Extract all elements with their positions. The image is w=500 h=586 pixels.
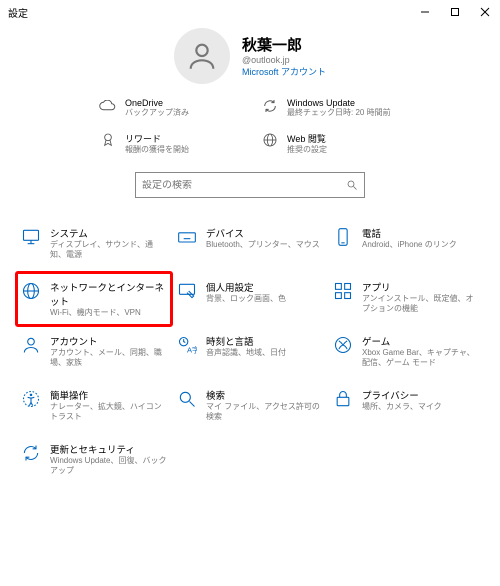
info-title: Windows Update xyxy=(287,98,391,108)
cat-apps[interactable]: アプリアンインストール、既定値、オプションの機能 xyxy=(328,272,484,326)
globe-icon xyxy=(20,280,42,302)
cat-sub: アンインストール、既定値、オプションの機能 xyxy=(362,294,480,314)
web-browse-info[interactable]: Web 閲覧推奨の設定 xyxy=(261,132,401,155)
profile-name: 秋葉一郎 xyxy=(242,34,326,55)
paint-icon xyxy=(176,280,198,302)
sync-icon xyxy=(261,98,279,114)
rewards-info[interactable]: リワード報酬の獲得を開始 xyxy=(99,132,239,155)
globe-icon xyxy=(261,132,279,148)
cat-sub: Wi-Fi、機内モード、VPN xyxy=(50,308,168,318)
category-grid: システムディスプレイ、サウンド、通知、電源 デバイスBluetooth、プリンタ… xyxy=(0,198,500,488)
cat-title: アカウント xyxy=(50,334,168,348)
window-title: 設定 xyxy=(8,5,410,20)
cat-personalization[interactable]: 個人用設定背景、ロック画面、色 xyxy=(172,272,328,326)
cat-sub: アカウント、メール、同期、職場、家族 xyxy=(50,348,168,368)
cat-privacy[interactable]: プライバシー場所、カメラ、マイク xyxy=(328,380,484,434)
cat-sub: Bluetooth、プリンター、マウス xyxy=(206,240,320,250)
cat-sub: 音声認識、地域、日付 xyxy=(206,348,286,358)
display-icon xyxy=(20,226,42,248)
cat-title: 電話 xyxy=(362,226,457,240)
info-title: OneDrive xyxy=(125,98,189,108)
xbox-icon xyxy=(332,334,354,356)
svg-text:A字: A字 xyxy=(187,345,197,355)
cat-sub: 場所、カメラ、マイク xyxy=(362,402,442,412)
cat-sub: マイ ファイル、アクセス許可の検索 xyxy=(206,402,324,422)
lock-icon xyxy=(332,388,354,410)
ribbon-icon xyxy=(99,132,117,148)
cat-sub: ディスプレイ、サウンド、通知、電源 xyxy=(50,240,168,260)
accessibility-icon xyxy=(20,388,42,410)
info-sub: 推奨の設定 xyxy=(287,145,327,155)
cat-title: 簡単操作 xyxy=(50,388,168,402)
cat-sub: Windows Update、回復、バックアップ xyxy=(50,456,168,476)
time-lang-icon: A字 xyxy=(176,334,198,356)
cat-title: 時刻と言語 xyxy=(206,334,286,348)
cat-accounts[interactable]: アカウントアカウント、メール、同期、職場、家族 xyxy=(16,326,172,380)
ms-account-link[interactable]: Microsoft アカウント xyxy=(242,65,326,78)
cat-title: ゲーム xyxy=(362,334,480,348)
person-icon xyxy=(20,334,42,356)
cat-title: 検索 xyxy=(206,388,324,402)
search-box[interactable] xyxy=(135,172,365,198)
cat-sub: Xbox Game Bar、キャプチャ、配信、ゲーム モード xyxy=(362,348,480,368)
info-row-2: リワード報酬の獲得を開始 Web 閲覧推奨の設定 xyxy=(0,132,500,155)
maximize-button[interactable] xyxy=(440,0,470,24)
cat-sub: Android、iPhone のリンク xyxy=(362,240,457,250)
cat-title: デバイス xyxy=(206,226,320,240)
close-button[interactable] xyxy=(470,0,500,24)
cat-gaming[interactable]: ゲームXbox Game Bar、キャプチャ、配信、ゲーム モード xyxy=(328,326,484,380)
cat-search[interactable]: 検索マイ ファイル、アクセス許可の検索 xyxy=(172,380,328,434)
cat-title: 更新とセキュリティ xyxy=(50,442,168,456)
minimize-button[interactable] xyxy=(410,0,440,24)
cat-update-security[interactable]: 更新とセキュリティWindows Update、回復、バックアップ xyxy=(16,434,172,488)
search-icon xyxy=(346,179,358,191)
cat-system[interactable]: システムディスプレイ、サウンド、通知、電源 xyxy=(16,218,172,272)
cat-sub: ナレーター、拡大鏡、ハイコントラスト xyxy=(50,402,168,422)
profile-section: 秋葉一郎 @outlook.jp Microsoft アカウント xyxy=(0,28,500,84)
cat-network[interactable]: ネットワークとインターネットWi-Fi、機内モード、VPN xyxy=(16,272,172,326)
cat-title: 個人用設定 xyxy=(206,280,286,294)
cat-devices[interactable]: デバイスBluetooth、プリンター、マウス xyxy=(172,218,328,272)
info-title: Web 閲覧 xyxy=(287,132,327,145)
titlebar: 設定 xyxy=(0,0,500,24)
avatar xyxy=(174,28,230,84)
info-sub: バックアップ済み xyxy=(125,108,189,118)
info-sub: 報酬の獲得を開始 xyxy=(125,145,189,155)
cat-title: プライバシー xyxy=(362,388,442,402)
onedrive-info[interactable]: OneDriveバックアップ済み xyxy=(99,98,239,118)
search-input[interactable] xyxy=(142,180,346,191)
profile-email: @outlook.jp xyxy=(242,55,326,65)
cat-time-lang[interactable]: A字 時刻と言語音声認識、地域、日付 xyxy=(172,326,328,380)
windows-update-info[interactable]: Windows Update最終チェック日時: 20 時間前 xyxy=(261,98,401,118)
update-icon xyxy=(20,442,42,464)
profile-info: 秋葉一郎 @outlook.jp Microsoft アカウント xyxy=(242,34,326,78)
info-sub: 最終チェック日時: 20 時間前 xyxy=(287,108,391,118)
cat-phone[interactable]: 電話Android、iPhone のリンク xyxy=(328,218,484,272)
search-wrap xyxy=(0,172,500,198)
info-row-1: OneDriveバックアップ済み Windows Update最終チェック日時:… xyxy=(0,98,500,118)
search-icon xyxy=(176,388,198,410)
cat-ease-of-access[interactable]: 簡単操作ナレーター、拡大鏡、ハイコントラスト xyxy=(16,380,172,434)
phone-icon xyxy=(332,226,354,248)
cat-title: システム xyxy=(50,226,168,240)
cloud-icon xyxy=(99,98,117,114)
cat-sub: 背景、ロック画面、色 xyxy=(206,294,286,304)
keyboard-icon xyxy=(176,226,198,248)
info-title: リワード xyxy=(125,132,189,145)
cat-title: ネットワークとインターネット xyxy=(50,280,168,308)
apps-icon xyxy=(332,280,354,302)
cat-title: アプリ xyxy=(362,280,480,294)
